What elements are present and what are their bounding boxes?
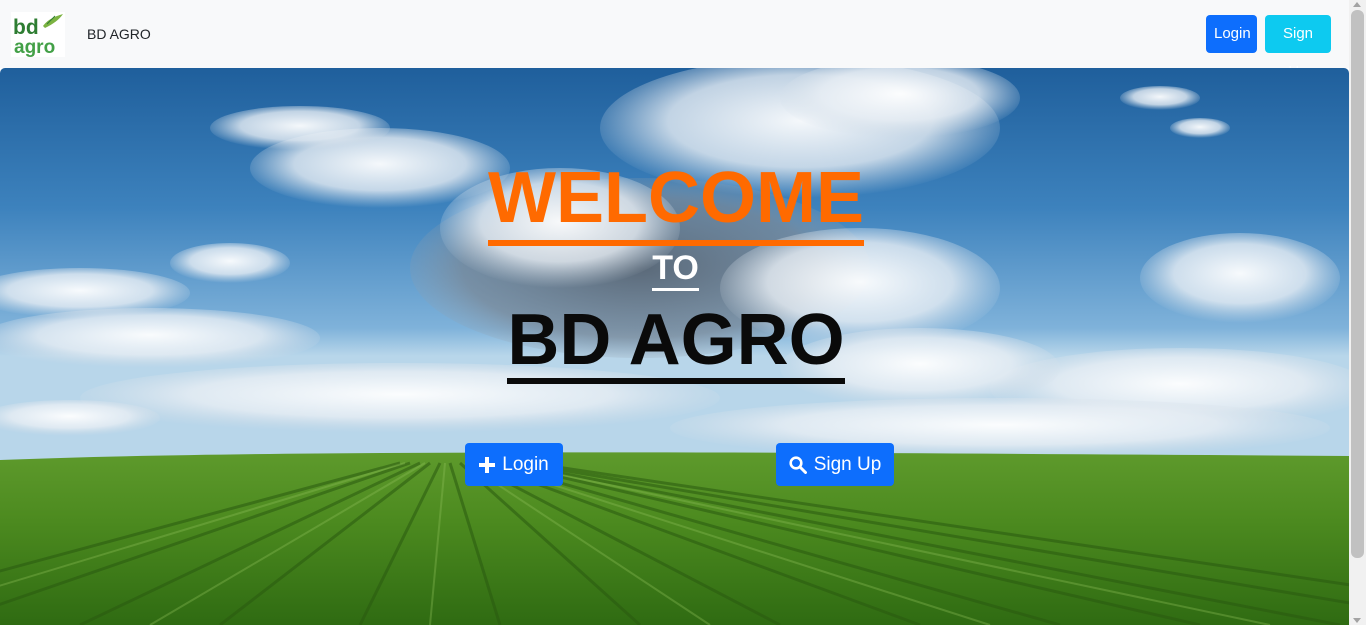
scrollbar-thumb[interactable] [1351,10,1364,558]
hero-signup-button[interactable]: Sign Up [776,443,894,486]
welcome-heading: WELCOME [0,156,1349,246]
brand-logo[interactable]: bd agro [11,12,65,57]
plus-icon [479,456,496,473]
navbar: bd agro BD AGRO Login Sign Up [0,0,1349,80]
brand-heading: BD AGRO [0,302,1349,384]
brand-heading-text: BD AGRO [507,302,845,384]
welcome-text: WELCOME [488,156,864,246]
hero-login-label: Login [502,453,549,475]
hero-login-button[interactable]: Login [465,443,563,486]
nav-login-button[interactable]: Login [1206,15,1257,53]
hero-signup-label: Sign Up [813,453,882,475]
svg-text:agro: agro [14,37,55,57]
to-heading: TO [0,248,1349,291]
scroll-up-arrow-icon[interactable] [1353,2,1361,7]
svg-text:bd: bd [13,16,39,39]
hero-banner: WELCOME TO BD AGRO Login Sign Up [0,68,1349,625]
scroll-down-arrow-icon[interactable] [1353,618,1361,623]
search-icon [789,455,807,474]
vertical-scrollbar[interactable] [1349,0,1366,625]
brand-name[interactable]: BD AGRO [87,25,151,43]
to-text: TO [652,248,699,291]
nav-signup-button[interactable]: Sign Up [1265,15,1331,80]
